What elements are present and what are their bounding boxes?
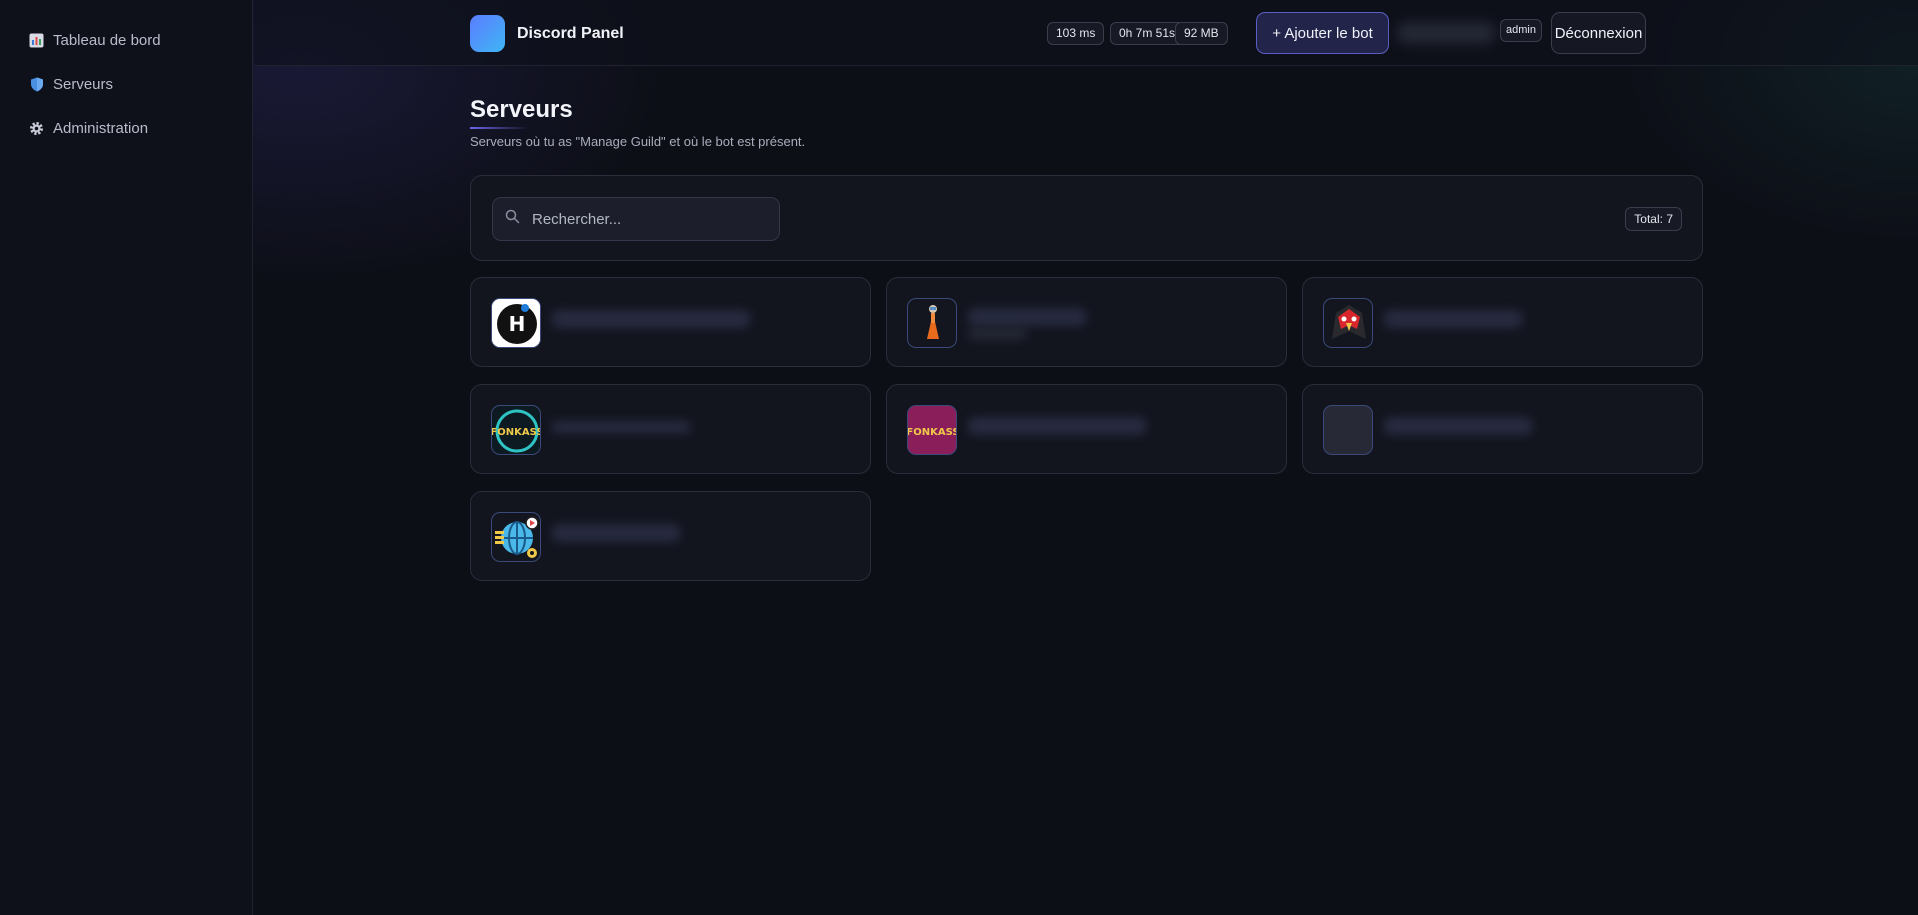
user-name-redacted	[1396, 22, 1496, 44]
sidebar-item-label: Serveurs	[53, 75, 114, 93]
h-logo-icon: H	[491, 298, 541, 348]
figure-icon	[907, 298, 957, 348]
svg-text:FONKASS: FONKASS	[492, 427, 541, 438]
server-card[interactable]: FONKASS	[470, 384, 871, 474]
logout-button[interactable]: Déconnexion	[1551, 12, 1646, 54]
server-card[interactable]	[1302, 277, 1703, 367]
app-name: Discord Panel	[517, 24, 624, 42]
server-card[interactable]	[1302, 384, 1703, 474]
top-header: Discord Panel 103 ms 0h 7m 51s 92 MB + A…	[254, 0, 1918, 66]
server-name-redacted	[967, 308, 1087, 326]
app-logo-icon	[470, 15, 505, 52]
server-name-redacted	[1383, 417, 1533, 435]
server-name-redacted	[551, 524, 681, 542]
shield-icon	[29, 77, 44, 92]
server-card[interactable]	[470, 491, 871, 581]
server-name-redacted	[551, 421, 691, 433]
search-icon	[505, 209, 520, 229]
title-underline	[470, 127, 528, 129]
server-card[interactable]: FONKASS	[886, 384, 1287, 474]
page-title: Serveurs	[470, 96, 573, 123]
gear-icon	[29, 121, 44, 136]
svg-text:H: H	[509, 312, 526, 336]
server-grid: H FONKASS FONKASS	[470, 277, 1703, 581]
empty-avatar-icon	[1323, 405, 1373, 455]
search-input[interactable]	[532, 210, 762, 228]
server-card[interactable]: H	[470, 277, 871, 367]
brand[interactable]: Discord Panel	[470, 15, 624, 52]
uptime-badge: 0h 7m 51s	[1110, 22, 1185, 45]
server-name-redacted	[967, 417, 1147, 435]
sidebar-item-label: Tableau de bord	[53, 31, 161, 49]
server-name-redacted	[1383, 310, 1523, 328]
bar-chart-icon	[29, 33, 44, 48]
latency-badge: 103 ms	[1047, 22, 1105, 45]
sidebar-item-dashboard[interactable]: Tableau de bord	[0, 26, 252, 54]
sidebar-item-servers[interactable]: Serveurs	[0, 70, 252, 98]
svg-text:FONKASS: FONKASS	[908, 427, 957, 438]
search-panel: Total: 7	[470, 175, 1703, 261]
role-badge: admin	[1500, 19, 1542, 42]
fonkass-logo-icon: FONKASS	[907, 405, 957, 455]
server-name-redacted	[551, 310, 751, 328]
fonkass-ring-icon: FONKASS	[491, 405, 541, 455]
add-bot-button[interactable]: + Ajouter le bot	[1256, 12, 1389, 54]
globe-icon	[491, 512, 541, 562]
sidebar-item-administration[interactable]: Administration	[0, 114, 252, 142]
sidebar-item-label: Administration	[53, 119, 149, 137]
red-bird-icon	[1323, 298, 1373, 348]
total-count-badge: Total: 7	[1625, 207, 1682, 231]
server-subtitle-redacted	[967, 328, 1027, 340]
page-subtitle: Serveurs où tu as "Manage Guild" et où l…	[470, 134, 806, 149]
sidebar: Tableau de bord Serveurs Administration	[0, 0, 253, 915]
server-card[interactable]	[886, 277, 1287, 367]
memory-badge: 92 MB	[1175, 22, 1228, 45]
search-box[interactable]	[492, 197, 780, 241]
